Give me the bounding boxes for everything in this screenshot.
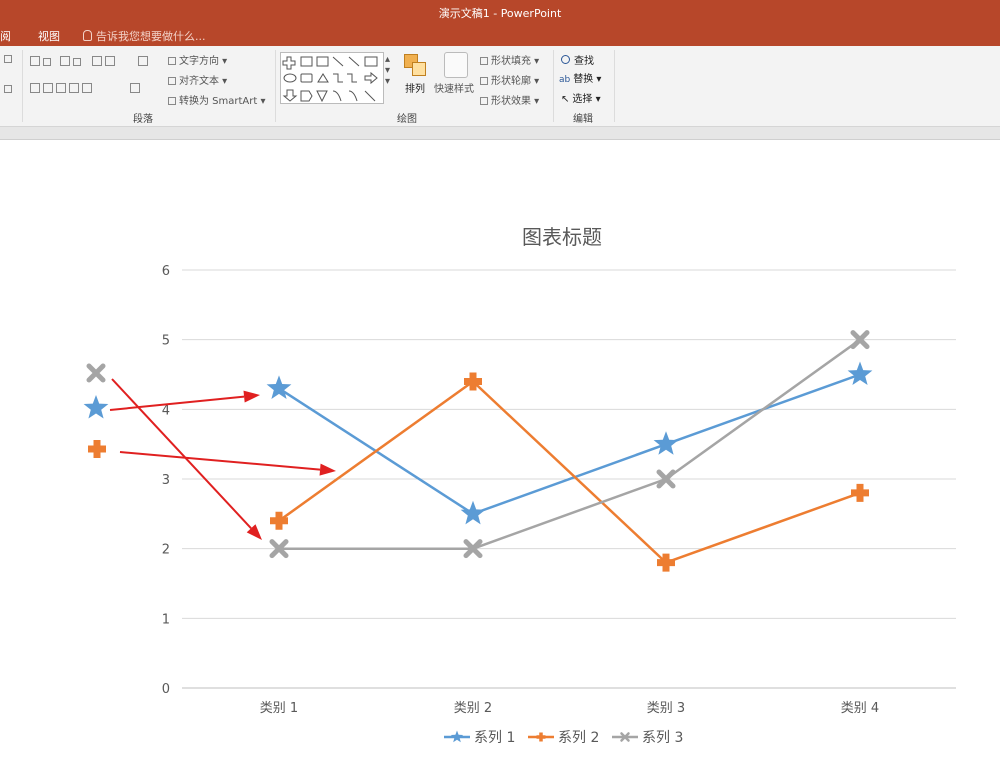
arrange-button[interactable]: 排列 [405, 80, 425, 95]
y-tick-label: 3 [162, 473, 170, 488]
marker-star[interactable] [460, 500, 486, 525]
marker-plus[interactable] [536, 732, 546, 742]
columns-button[interactable] [130, 83, 143, 95]
arrange-icon [404, 54, 426, 76]
legend-label: 系列 2 [558, 730, 599, 746]
annotation-arrow [119, 451, 336, 476]
marker-star[interactable] [450, 730, 464, 743]
shape-outline-button[interactable]: 形状轮廓 ▾ [480, 72, 539, 87]
numbering-button[interactable] [60, 56, 84, 68]
bullets-button[interactable] [30, 56, 54, 68]
quick-styles-icon [444, 52, 468, 78]
group-separator [275, 50, 276, 122]
font-color-icon[interactable] [4, 54, 15, 65]
align-text-button[interactable]: 对齐文本 ▾ [168, 72, 227, 87]
series-line-2[interactable] [278, 379, 861, 565]
replace-icon: ab [559, 75, 571, 85]
legend-label: 系列 1 [474, 730, 515, 746]
replace-button[interactable]: ab 替换 ▾ [559, 70, 601, 85]
gallery-scroll[interactable]: ▴ ▾ ▾ [385, 54, 390, 87]
y-tick-label: 1 [162, 612, 170, 627]
line-spacing-button[interactable] [138, 56, 151, 68]
y-tick-label: 2 [162, 543, 170, 558]
cursor-icon: ↖ [561, 94, 570, 105]
shape-effects-button[interactable]: 形状效果 ▾ [480, 92, 539, 107]
shapes-gallery[interactable] [280, 52, 384, 104]
group-label-drawing: 绘图 [397, 114, 417, 125]
shapes-gallery-icons [282, 56, 378, 103]
marker-star[interactable] [83, 395, 109, 419]
workspace-gap [0, 127, 1000, 140]
legend-item[interactable]: 系列 3 [612, 730, 683, 746]
x-tick-label: 类别 2 [454, 701, 492, 716]
x-tick-label: 类别 1 [260, 701, 298, 716]
menu-bar: 阅 视图 告诉我您想要做什么... [0, 24, 1000, 46]
legend-label: 系列 3 [642, 730, 683, 746]
group-separator [553, 50, 554, 122]
x-tick-label: 类别 4 [841, 701, 879, 716]
legend-item[interactable]: 系列 1 [444, 730, 515, 746]
marker-x[interactable] [86, 363, 106, 383]
quick-styles-button[interactable]: 快速样式 [434, 80, 474, 95]
tab-view[interactable]: 视图 [38, 28, 60, 44]
marker-star[interactable] [847, 361, 873, 386]
group-separator [614, 50, 615, 122]
align-buttons[interactable] [30, 83, 95, 95]
line-chart[interactable]: 图表标题 0123456 类别 1 类别 2 类别 3 类别 4 系列 1 系列 2 系列… [0, 140, 1000, 771]
shape-fill-button[interactable]: 形状填充 ▾ [480, 52, 539, 67]
title-bar: 演示文稿1 - PowerPoint [0, 0, 1000, 24]
indent-buttons[interactable] [92, 56, 118, 68]
tell-me-text: 告诉我您想要做什么... [96, 30, 206, 43]
slide-canvas[interactable]: 图表标题 0123456 类别 1 类别 2 类别 3 类别 4 系列 1 系列 2 系列… [0, 140, 1000, 771]
group-separator [22, 50, 23, 122]
legend-item[interactable]: 系列 2 [528, 730, 599, 746]
y-tick-label: 6 [162, 264, 170, 279]
select-button[interactable]: ↖ 选择 ▾ [561, 90, 601, 105]
find-button[interactable]: 查找 [561, 52, 594, 67]
group-label-paragraph: 段落 [133, 114, 153, 125]
search-icon [561, 55, 570, 64]
convert-smartart-button[interactable]: 转换为 SmartArt ▾ [168, 92, 266, 107]
lightbulb-icon [83, 30, 92, 41]
tab-review[interactable]: 阅 [0, 28, 11, 44]
marker-plus[interactable] [88, 440, 106, 458]
marker-plus[interactable] [851, 483, 869, 502]
ribbon: 文字方向 ▾ 对齐文本 ▾ 转换为 SmartArt ▾ 段落 ▴ ▾ ▾ 排列… [0, 46, 1000, 127]
marker-plus[interactable] [270, 511, 288, 530]
series-line-1[interactable] [278, 373, 861, 516]
tell-me-box[interactable]: 告诉我您想要做什么... [83, 28, 206, 44]
text-direction-button[interactable]: 文字方向 ▾ [168, 52, 227, 67]
chart-title[interactable]: 图表标题 [522, 225, 602, 249]
group-label-editing: 编辑 [573, 114, 593, 125]
window-title: 演示文稿1 - PowerPoint [438, 7, 562, 20]
y-tick-label: 5 [162, 334, 170, 349]
y-tick-label: 0 [162, 682, 170, 697]
marker-star[interactable] [653, 431, 679, 455]
font-size-icon[interactable] [4, 84, 15, 95]
x-tick-label: 类别 3 [647, 701, 685, 716]
